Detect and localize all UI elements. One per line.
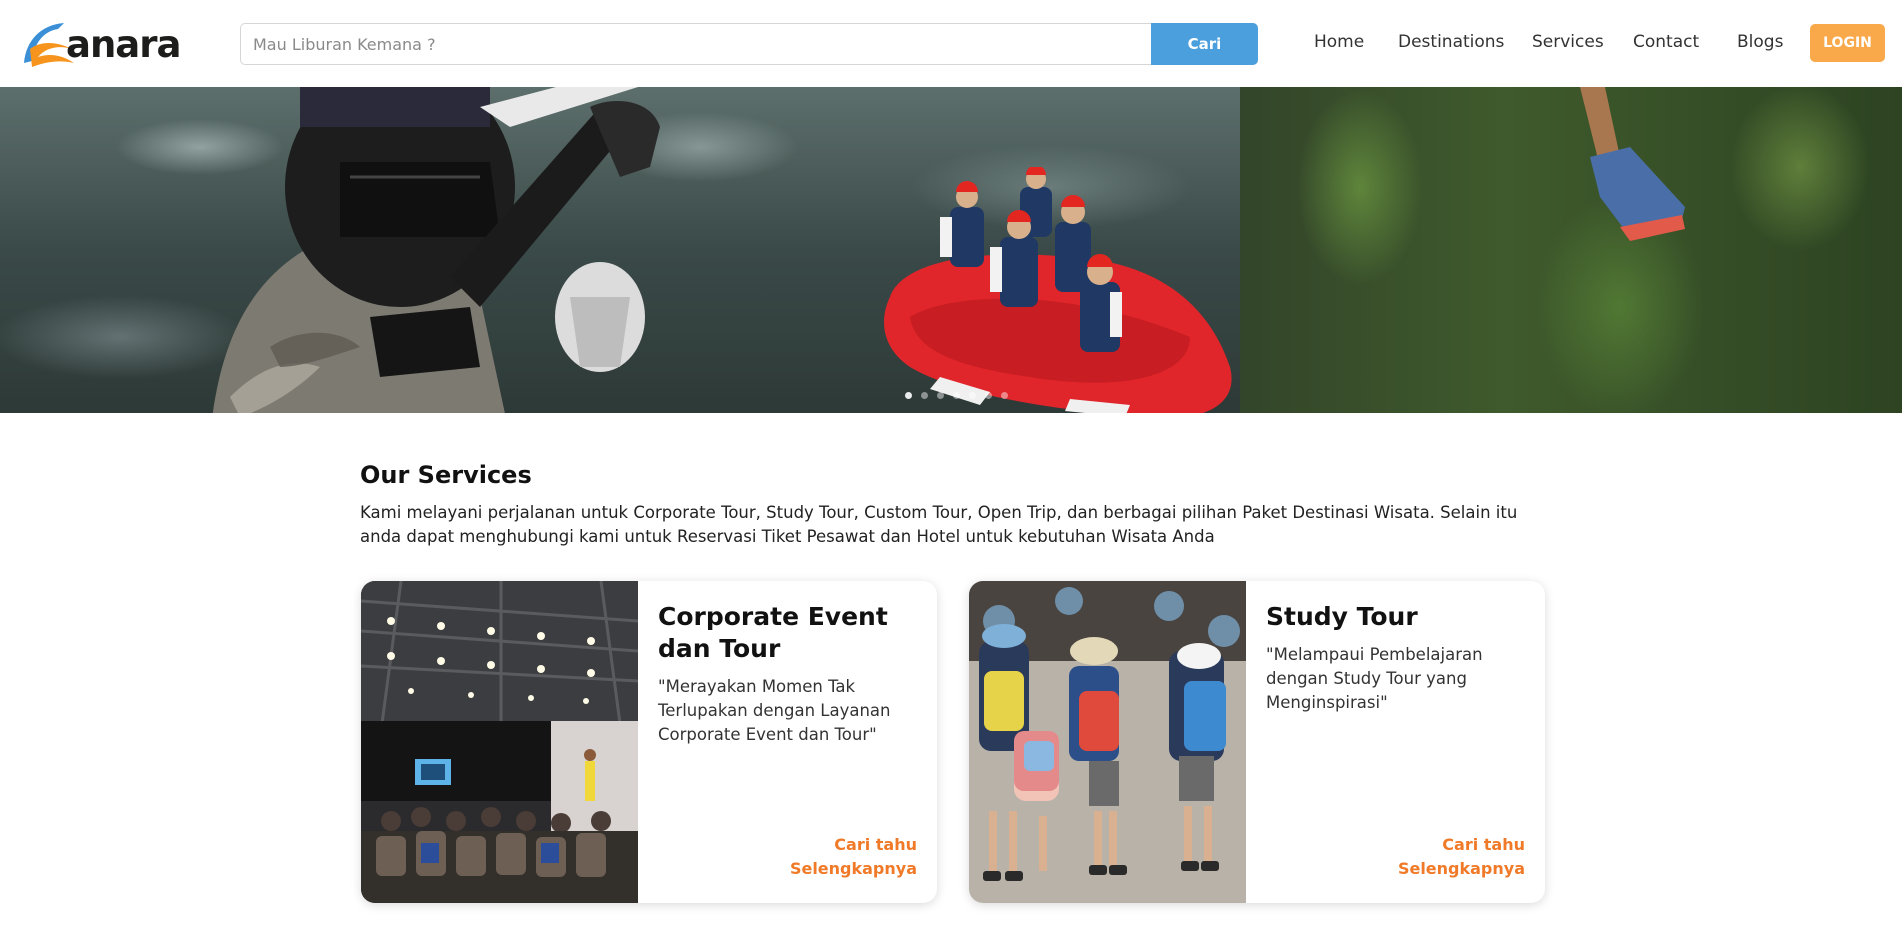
- site-header: anara Cari Home Destinations Services Co…: [0, 0, 1902, 87]
- carousel-dot[interactable]: [985, 392, 992, 399]
- learn-more-line1: Cari tahu: [834, 835, 917, 854]
- nav-services[interactable]: Services: [1532, 32, 1604, 52]
- search-bar: Cari: [240, 23, 1258, 65]
- brand-logo[interactable]: anara: [20, 19, 195, 69]
- services-description: Kami melayani perjalanan untuk Corporate…: [360, 503, 1518, 546]
- hero-carousel[interactable]: [0, 87, 1902, 413]
- service-card-study-tour[interactable]: Study Tour "Melampaui Pembelajaran denga…: [969, 581, 1545, 903]
- nav-destinations[interactable]: Destinations: [1398, 32, 1504, 52]
- nav-contact[interactable]: Contact: [1633, 32, 1699, 52]
- learn-more-line2: Selengkapnya: [789, 859, 917, 878]
- learn-more-line1: Cari tahu: [1442, 835, 1525, 854]
- carousel-dot[interactable]: [1001, 392, 1008, 399]
- card-description: "Merayakan Momen Tak Terlupakan dengan L…: [658, 677, 891, 744]
- carousel-dot[interactable]: [921, 392, 928, 399]
- learn-more-link[interactable]: Cari tahu Selengkapnya: [790, 833, 917, 881]
- corporate-event-image: [361, 581, 638, 903]
- login-button[interactable]: LOGIN: [1810, 24, 1885, 62]
- learn-more-link[interactable]: Cari tahu Selengkapnya: [1398, 833, 1525, 881]
- carousel-dot[interactable]: [905, 392, 912, 399]
- carousel-indicators: [905, 392, 1008, 399]
- service-card-corporate[interactable]: Corporate Event dan Tour "Merayakan Mome…: [361, 581, 937, 903]
- nav-home[interactable]: Home: [1314, 32, 1364, 52]
- card-title: Corporate Event dan Tour: [658, 602, 888, 663]
- nav-blogs[interactable]: Blogs: [1737, 32, 1783, 52]
- search-button[interactable]: Cari: [1151, 23, 1258, 65]
- services-heading: Our Services: [360, 461, 532, 489]
- carousel-dot[interactable]: [953, 392, 960, 399]
- learn-more-line2: Selengkapnya: [1397, 859, 1525, 878]
- carousel-dot[interactable]: [937, 392, 944, 399]
- carousel-dot[interactable]: [969, 392, 976, 399]
- rafting-team-image: [884, 167, 1232, 413]
- brand-name: anara: [66, 23, 181, 66]
- paintball-player-image: [212, 87, 660, 413]
- card-title: Study Tour: [1266, 602, 1418, 631]
- runner-foot-image: [1580, 87, 1685, 241]
- study-tour-image: [969, 581, 1246, 903]
- search-input[interactable]: [240, 23, 1152, 65]
- card-description: "Melampaui Pembelajaran dengan Study Tou…: [1266, 645, 1483, 712]
